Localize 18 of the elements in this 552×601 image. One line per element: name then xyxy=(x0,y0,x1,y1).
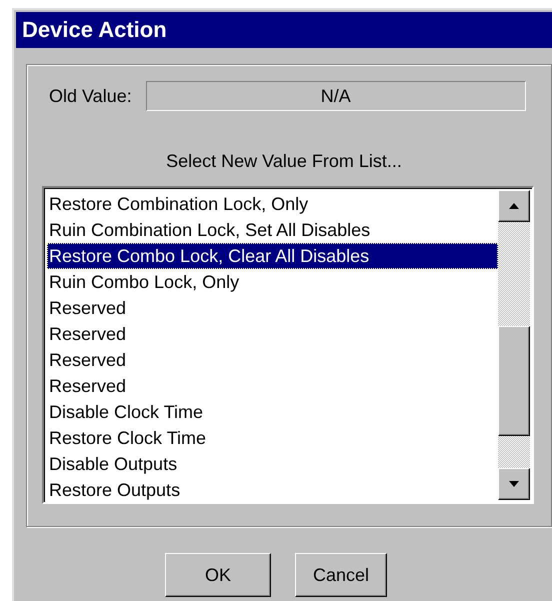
cancel-button[interactable]: Cancel xyxy=(295,553,387,597)
list-item[interactable]: Reserved xyxy=(47,347,498,373)
list-item[interactable]: Disable Clock Time xyxy=(47,399,498,425)
window-title: Device Action xyxy=(16,12,552,48)
list-item[interactable]: Reserved xyxy=(47,373,498,399)
list-item[interactable]: Restore Combo Lock, Clear All Disables xyxy=(47,243,498,269)
list-item[interactable]: Restore Outputs xyxy=(47,477,498,503)
list-item[interactable]: Ruin Combo Lock, Only xyxy=(47,269,498,295)
list-item[interactable]: Reserved xyxy=(47,321,498,347)
old-value-label: Old Value: xyxy=(49,86,132,106)
list-item[interactable]: Restore Clock Time xyxy=(47,425,498,451)
list-label: Select New Value From List... xyxy=(166,151,402,171)
list-item[interactable]: Restore Combination Lock, Only xyxy=(47,191,498,217)
list-item[interactable]: Reserved xyxy=(47,295,498,321)
list-item[interactable]: Disable Outputs xyxy=(47,451,498,477)
list-item[interactable]: Ruin Combination Lock, Set All Disables xyxy=(47,217,498,243)
ok-button[interactable]: OK xyxy=(165,553,271,597)
old-value-field: N/A xyxy=(146,81,526,111)
